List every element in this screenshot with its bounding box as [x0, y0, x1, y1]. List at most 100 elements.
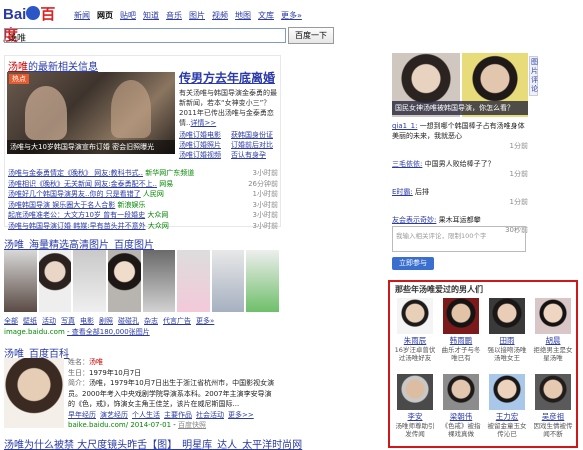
person-name[interactable]: 韩雨鹏 — [440, 336, 482, 346]
person-card[interactable]: 韩雨鹏 曲乐才子与冬唯已有 — [440, 298, 482, 362]
person-photo[interactable] — [443, 374, 479, 410]
comment-user[interactable]: qia1_1: — [392, 122, 417, 130]
news-image[interactable]: 热点 汤唯与大10岁韩国导演宣布订婚 密会旧照曝光 — [7, 72, 175, 154]
person-card[interactable]: 田雨 强以接吻汤唯汤唯女王 — [486, 298, 528, 362]
person-name[interactable]: 梁朝伟 — [440, 412, 482, 422]
related-men-title: 那些年汤唯爱过的男人们 — [395, 285, 483, 294]
search-button[interactable]: 百度一下 — [288, 27, 334, 44]
news-item-title[interactable]: 汤唯韩国导演 娱乐圈大于名人合影 — [8, 201, 115, 209]
birth-value: 1979年10月7日 — [89, 368, 142, 377]
nav-item[interactable]: 音乐 — [166, 10, 182, 21]
person-card[interactable]: 王力宏 被留金童玉女传沁已 — [486, 374, 528, 438]
baike-info: 姓名：汤唯 生日：1979年10月7日 简介：汤唯，1979年10月7日出生于浙… — [68, 357, 278, 431]
image-tag[interactable]: 代言广告 — [163, 316, 191, 326]
search-input[interactable]: 汤唯 — [4, 28, 286, 44]
nav-item[interactable]: 新闻 — [74, 10, 90, 21]
person-card[interactable]: 吴彦祖 因戏生情被传闻不断 — [532, 374, 574, 438]
person-desc: 拒绝男主是女星汤唯 — [533, 346, 573, 362]
news-item-title[interactable]: 起底汤唯准老公：大文方10岁 曾有一段婚史 — [8, 211, 145, 219]
related-link[interactable]: 获韩国身份证 — [231, 130, 279, 140]
vertical-tabs[interactable]: 图片评论 — [529, 56, 538, 96]
news-item-title[interactable]: 汤唯与韩国导演订婚 韩媒:早有苗头并不意外 — [8, 222, 146, 230]
nav-item[interactable]: 贴吧 — [120, 10, 136, 21]
related-link[interactable]: 汤唯订婚照片 — [179, 140, 227, 150]
news-item-title[interactable]: 汤唯好几个韩国导演男友..你的 只是看错了 — [8, 190, 141, 198]
nav-item[interactable]: 地图 — [235, 10, 251, 21]
news-item-time: 26分钟前 — [248, 179, 278, 188]
image-tag[interactable]: 更多» — [196, 316, 214, 326]
news-image-caption: 汤唯与大10岁韩国导演宣布订婚 密会旧照曝光 — [7, 140, 175, 154]
person-card[interactable]: 李安 汤唯师尊助引发传闻 — [394, 374, 436, 438]
thumbnail[interactable] — [4, 250, 37, 312]
image-tag[interactable]: 杂志 — [144, 316, 158, 326]
thumbnail[interactable] — [142, 250, 176, 312]
image-tag[interactable]: 写真 — [61, 316, 75, 326]
image-tag[interactable]: 壁纸 — [23, 316, 37, 326]
thumbnail[interactable] — [177, 250, 210, 312]
person-name[interactable]: 朱雨辰 — [394, 336, 436, 346]
person-photo[interactable] — [535, 374, 571, 410]
baidu-logo[interactable]: Bai 百度 — [3, 3, 65, 44]
news-item-title[interactable]: 汤唯相识《晚秋》无关新闻 网友:金泰勇配不上.. — [8, 180, 157, 188]
person-photo[interactable] — [489, 374, 525, 410]
thumbnail[interactable] — [211, 250, 245, 312]
baike-link[interactable]: 演艺经历 — [100, 410, 128, 421]
details-link[interactable]: 详情>> — [190, 119, 216, 127]
nav-item-current[interactable]: 网页 — [97, 10, 113, 21]
nav-item-more[interactable]: 更多» — [281, 10, 302, 21]
baike-portrait[interactable] — [4, 358, 64, 428]
news-item-title[interactable]: 汤唯与金泰勇情定《晚秋》 网友:教科书式.. — [8, 169, 143, 177]
participate-button[interactable]: 立即参与 — [392, 257, 434, 270]
comment-input[interactable]: 我输入相关评论，限制100个字 — [392, 226, 526, 252]
related-link[interactable]: 否认有身孕 — [231, 150, 279, 160]
person-photo[interactable] — [489, 298, 525, 334]
comment-user[interactable]: E时霸: — [392, 188, 413, 196]
thumbnail[interactable] — [73, 250, 106, 312]
person-card[interactable]: 朱雨辰 16岁汪卓曾伏过汤唯好友 — [394, 298, 436, 362]
person-card[interactable]: 梁朝伟 《色戒》被指裸戏真做 — [440, 374, 482, 438]
view-all-images-link[interactable]: - 查看全部180,000张图片 — [67, 328, 150, 336]
person-name[interactable]: 吴彦祖 — [532, 412, 574, 422]
person-name[interactable]: 胡晨 — [532, 336, 574, 346]
comment-user[interactable]: 三毛依依: — [392, 160, 422, 168]
image-result-title[interactable]: 汤唯_海量精选高清图片_百度图片 — [4, 236, 284, 251]
photo-caption[interactable]: 国民女神汤唯被韩国导演，你怎么看？ — [392, 101, 528, 115]
thumbnail[interactable] — [107, 250, 141, 312]
nav-item[interactable]: 图片 — [189, 10, 205, 21]
person-photo[interactable] — [397, 298, 433, 334]
news-item: 汤唯相识《晚秋》无关新闻 网友:金泰勇配不上.. 网易 26分钟前 — [8, 179, 278, 190]
baike-link[interactable]: 个人生活 — [132, 410, 160, 421]
news-item-time: 1小时前 — [252, 190, 278, 198]
person-photo[interactable] — [397, 374, 433, 410]
person-name[interactable]: 李安 — [394, 412, 436, 422]
news-heading[interactable]: 汤唯的最新相关信息 — [8, 58, 98, 73]
person-photo[interactable] — [535, 298, 571, 334]
baike-link[interactable]: 社会活动 — [196, 410, 224, 421]
thumbnail[interactable] — [38, 250, 72, 312]
nav-item[interactable]: 文库 — [258, 10, 274, 21]
person-card[interactable]: 胡晨 拒绝男主是女星汤唯 — [532, 298, 574, 362]
image-tag[interactable]: 活动 — [42, 316, 56, 326]
baike-link[interactable]: 主要作品 — [164, 410, 192, 421]
snapshot-link[interactable]: 百度快照 — [178, 421, 206, 429]
person-name[interactable]: 王力宏 — [486, 412, 528, 422]
image-tag[interactable]: 碰碰孔 — [118, 316, 139, 326]
baike-link[interactable]: 更多>> — [228, 410, 254, 421]
related-link[interactable]: 汤唯订婚电影 — [179, 130, 227, 140]
image-tag[interactable]: 剧照 — [99, 316, 113, 326]
image-tag[interactable]: 全部 — [4, 316, 18, 326]
person-name[interactable]: 田雨 — [486, 336, 528, 346]
baike-link[interactable]: 早年经历 — [68, 410, 96, 421]
top-story-title[interactable]: 传男方去年底离婚 — [179, 70, 279, 86]
result-title[interactable]: 汤唯为什么被禁 大尺度镜头昨舌【图】_明星库_达人_太平洋时尚网 — [4, 436, 302, 450]
person-photo[interactable] — [443, 298, 479, 334]
image-tag[interactable]: 电影 — [80, 316, 94, 326]
related-link[interactable]: 汤唯订婚视频 — [179, 150, 227, 160]
related-link[interactable]: 订婚前后对比 — [231, 140, 279, 150]
image-tags: 全部 壁纸 活动 写真 电影 剧照 碰碰孔 杂志 代言广告 更多» — [4, 316, 284, 326]
name-label: 姓名： — [68, 358, 89, 366]
nav-item[interactable]: 视频 — [212, 10, 228, 21]
nav-item[interactable]: 知道 — [143, 10, 159, 21]
comment-user[interactable]: 友会表示奇妙: — [392, 216, 436, 224]
thumbnail[interactable] — [246, 250, 279, 312]
